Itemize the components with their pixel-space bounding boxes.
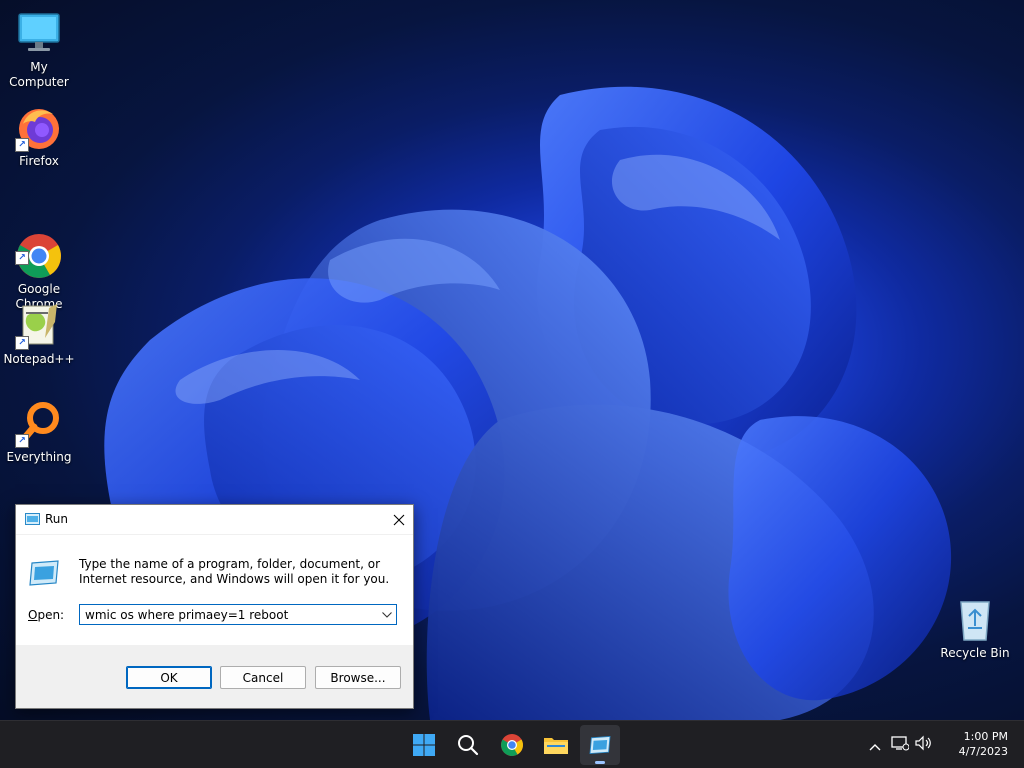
notepadpp-icon: ↗	[15, 302, 63, 350]
start-button[interactable]	[404, 725, 444, 765]
taskbar-chrome-button[interactable]	[492, 725, 532, 765]
taskbar: 1:00 PM 4/7/2023	[0, 720, 1024, 768]
run-body: Type the name of a program, folder, docu…	[16, 535, 413, 645]
chevron-up-icon	[869, 743, 881, 750]
open-label: Open:	[28, 608, 65, 622]
desktop-icon-label: Everything	[6, 450, 72, 464]
browse-button[interactable]: Browse...	[315, 666, 401, 689]
chevron-down-icon	[382, 611, 392, 618]
recycle-bin-icon	[951, 596, 999, 644]
shortcut-arrow-icon: ↗	[15, 434, 29, 448]
start-icon	[413, 734, 435, 756]
desktop-icon-notepadpp[interactable]: ↗ Notepad++	[0, 302, 78, 367]
taskbar-file-explorer-button[interactable]	[536, 725, 576, 765]
system-tray	[862, 721, 936, 768]
taskbar-run-button[interactable]	[580, 725, 620, 765]
run-titlebar[interactable]: Run	[16, 505, 413, 534]
clock[interactable]: 1:00 PM 4/7/2023	[959, 729, 1008, 759]
desktop-icon-label: Recycle Bin	[940, 646, 1010, 660]
close-button[interactable]	[385, 505, 413, 534]
run-icon	[589, 735, 611, 755]
desktop-icon-firefox[interactable]: ↗ Firefox	[0, 104, 78, 169]
monitor-icon	[15, 10, 63, 58]
file-explorer-icon	[544, 738, 568, 754]
desktop-icon-label: My Computer	[9, 60, 69, 89]
network-button[interactable]	[888, 735, 912, 755]
clock-date: 4/7/2023	[958, 745, 1008, 758]
run-dialog: Run Type the name of a program, folder, …	[15, 504, 414, 709]
chrome-icon: ↗	[15, 217, 63, 278]
shortcut-arrow-icon: ↗	[15, 251, 29, 265]
ok-button[interactable]: OK	[126, 666, 212, 689]
desktop-icon-label: Notepad++	[3, 352, 75, 366]
search-button[interactable]	[448, 725, 488, 765]
run-dialog-title: Run	[45, 512, 69, 526]
dropdown-button[interactable]	[378, 605, 396, 624]
network-icon	[891, 736, 910, 751]
volume-icon	[915, 735, 931, 751]
desktop-icon-everything[interactable]: ↗ Everything	[0, 400, 78, 465]
shortcut-arrow-icon: ↗	[15, 138, 29, 152]
volume-button[interactable]	[912, 735, 936, 755]
cancel-button[interactable]: Cancel	[220, 666, 306, 689]
run-description: Type the name of a program, folder, docu…	[79, 557, 390, 586]
magnifier-icon: ↗	[15, 400, 63, 448]
active-indicator	[595, 761, 605, 764]
open-input[interactable]	[80, 605, 375, 624]
search-icon	[458, 735, 479, 756]
clock-time: 1:00 PM	[963, 730, 1008, 743]
show-hidden-icons-button[interactable]	[862, 736, 888, 755]
run-program-icon	[28, 559, 60, 587]
close-icon	[393, 514, 405, 525]
firefox-icon: ↗	[15, 104, 63, 152]
desktop-icon-label: Firefox	[19, 154, 59, 168]
run-icon	[25, 513, 40, 525]
chrome-icon	[501, 734, 523, 756]
desktop-icon-recycle-bin[interactable]: Recycle Bin	[936, 596, 1014, 661]
desktop-icon-my-computer[interactable]: My Computer	[0, 10, 78, 90]
shortcut-arrow-icon: ↗	[15, 336, 29, 350]
open-combobox[interactable]	[79, 604, 397, 625]
